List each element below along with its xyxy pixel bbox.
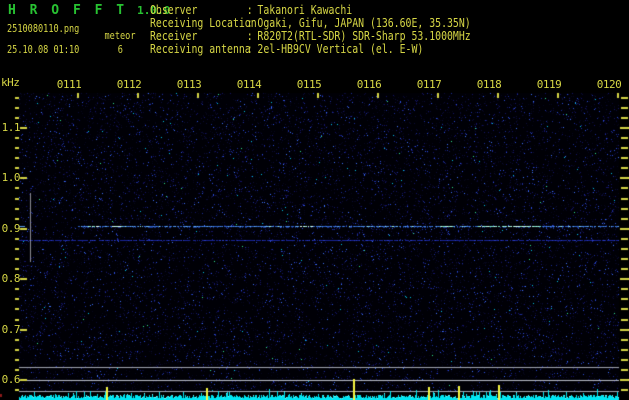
time-label: 0118	[476, 78, 502, 91]
frequency-unit-label: kHz	[1, 76, 20, 89]
freq-tick-label: 0.9	[1, 222, 21, 235]
time-label: 0113	[176, 78, 202, 91]
time-label: 0115	[296, 78, 322, 91]
info-value: R820T2(RTL-SDR) SDR-Sharp 53.1000MHz	[257, 29, 471, 43]
datetime-label: 25.10.08 01:10	[7, 43, 80, 56]
freq-tick-label: 1.0	[1, 171, 21, 184]
info-label: Receiving antenna	[150, 42, 251, 56]
freq-tick-label: 0.8	[1, 272, 21, 285]
freq-tick-label: 0.6	[1, 373, 21, 386]
time-label: 0111	[56, 78, 82, 91]
hrofft-screen: H R O F F T 1.0.0 2510080110.png meteor 2…	[0, 0, 629, 400]
app-title-row: H R O F F T 1.0.0	[8, 3, 170, 18]
observer-info-block: Observer: Takanori Kawachi Receiving Locat…	[150, 4, 609, 56]
app-title: H R O F F T	[8, 3, 128, 18]
info-value: Ogaki, Gifu, JAPAN (136.60E, 35.35N)	[257, 16, 471, 30]
info-value: 2el-HB9CV Vertical (el. E-W)	[257, 42, 424, 56]
meteor-count: 6	[117, 43, 123, 56]
time-label: 0120	[596, 78, 622, 91]
filename-label: 2510080110.png	[7, 22, 80, 35]
time-label: 0117	[416, 78, 442, 91]
mode-label: meteor	[104, 29, 136, 42]
time-label: 0114	[236, 78, 262, 91]
time-label: 0119	[536, 78, 562, 91]
info-row: Receiving antenna: 2el-HB9CV Vertical (el…	[150, 43, 609, 56]
time-label: 0112	[116, 78, 142, 91]
time-label: 0116	[356, 78, 382, 91]
freq-tick-label: 1.1	[1, 121, 21, 134]
freq-tick-label: 0.7	[1, 323, 21, 336]
info-value: Takanori Kawachi	[257, 3, 353, 17]
info-colon: :	[246, 42, 253, 56]
